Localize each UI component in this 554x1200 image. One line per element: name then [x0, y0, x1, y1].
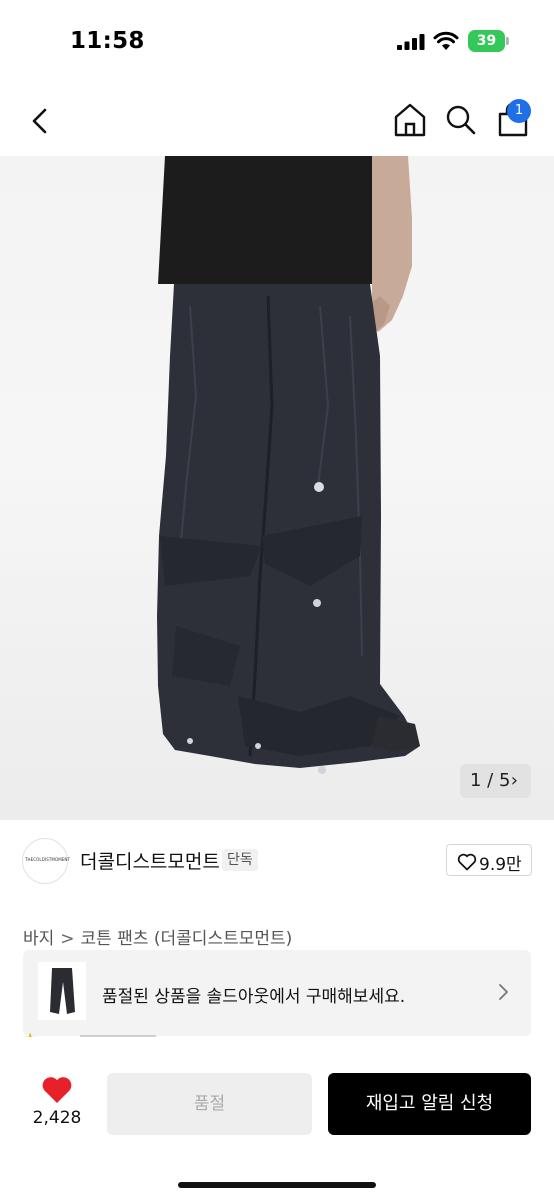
signal-icon [397, 34, 425, 50]
star-icon: ★ [23, 1031, 41, 1037]
breadcrumb-separator: > [60, 929, 75, 949]
wifi-icon [433, 31, 459, 50]
brand-like-count: 9.9만 [479, 855, 522, 875]
cart-count-badge: 1 [507, 99, 531, 123]
chevron-right-icon [499, 984, 508, 1000]
product-image[interactable] [0, 156, 554, 820]
status-bar: 11:58 39 [0, 0, 554, 84]
home-icon [394, 103, 426, 137]
brand-name[interactable]: 더콜디스트모먼트 [80, 847, 220, 874]
like-count: 2,428 [32, 1108, 82, 1128]
back-arrow-icon [32, 108, 47, 134]
heart-filled-icon [42, 1077, 72, 1103]
exclusive-badge: 단독 [222, 849, 258, 871]
soldout-button: 품절 [107, 1073, 312, 1135]
banner-text: 품절된 상품을 솔드아웃에서 구매해보세요. [102, 987, 406, 1007]
search-icon [446, 105, 476, 135]
brand-row: THECOLDISTMOMENT 더콜디스트모먼트 단독 9.9만 [0, 834, 554, 886]
search-button[interactable] [444, 102, 478, 138]
breadcrumb-category[interactable]: 바지 [23, 929, 54, 949]
status-time: 11:58 [70, 28, 145, 54]
brand-logo-text: THECOLDISTMOMENT [25, 857, 71, 862]
nav-bar [0, 84, 554, 156]
restock-alert-button[interactable]: 재입고 알림 신청 [328, 1073, 531, 1135]
heart-outline-icon [457, 853, 477, 871]
chevron-right-icon: › [510, 770, 518, 791]
breadcrumb-subcategory[interactable]: 코튼 팬츠 (더콜디스트모먼트) [81, 929, 293, 949]
back-button[interactable] [22, 101, 58, 141]
brand-logo[interactable]: THECOLDISTMOMENT [22, 838, 71, 884]
battery-icon: 39 [468, 30, 510, 52]
soldout-banner[interactable]: 품절된 상품을 솔드아웃에서 구매해보세요. [23, 950, 531, 1036]
banner-thumbnail [38, 962, 86, 1020]
brand-like-button[interactable]: 9.9만 [446, 844, 532, 876]
product-photo [157, 156, 420, 774]
divider [80, 1035, 156, 1037]
breadcrumb: 바지 > 코튼 팬츠 (더콜디스트모먼트) [23, 924, 292, 949]
like-button[interactable]: 2,428 [28, 1072, 86, 1136]
home-button[interactable] [392, 102, 428, 138]
bottom-action-bar: 2,428 품절 재입고 알림 신청 [0, 1042, 554, 1200]
image-counter-text: 1 / 5 [470, 770, 511, 791]
image-counter[interactable]: 1 / 5 › [460, 764, 531, 798]
home-indicator [178, 1182, 376, 1188]
battery-level: 39 [476, 33, 497, 49]
